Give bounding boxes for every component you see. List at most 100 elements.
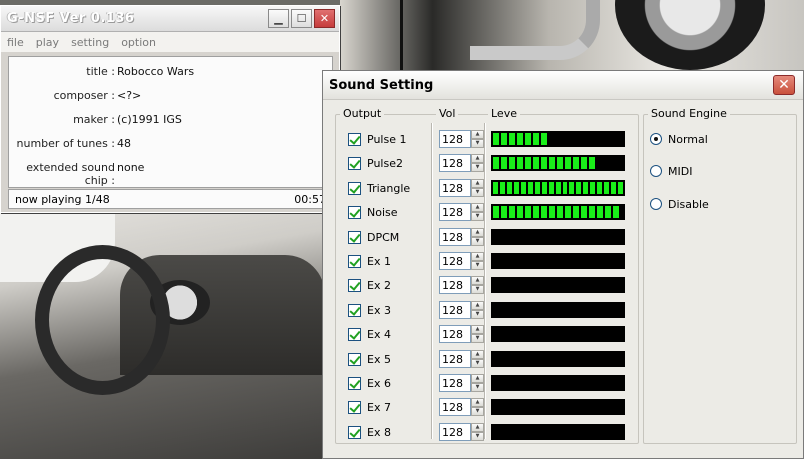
level-segment: [541, 133, 547, 145]
level-segment: [549, 157, 555, 169]
spin-down-button[interactable]: ▼: [471, 383, 484, 392]
spin-up-button[interactable]: ▲: [471, 154, 484, 163]
gnsf-titlebar[interactable]: G-NSF Ver 0.136 ▁ ☐ ✕: [1, 6, 339, 32]
menu-option[interactable]: option: [121, 36, 156, 49]
channel-checkbox-ex7[interactable]: [348, 400, 361, 414]
volume-input-ex5[interactable]: 128: [439, 350, 471, 368]
channel-checkbox-dpcm[interactable]: [348, 230, 361, 244]
channel-row-pulse2: Pulse2: [348, 155, 403, 171]
channel-checkbox-ex5[interactable]: [348, 352, 361, 366]
engine-option-midi[interactable]: MIDI: [650, 164, 692, 178]
channel-checkbox-ex4[interactable]: [348, 327, 361, 341]
channel-checkbox-noise[interactable]: [348, 205, 361, 219]
volume-spinner-triangle: 128 ▲ ▼: [439, 179, 484, 197]
spin-up-button[interactable]: ▲: [471, 276, 484, 285]
spin-down-button[interactable]: ▼: [471, 432, 484, 441]
channel-checkbox-ex6[interactable]: [348, 376, 361, 390]
spin-up-button[interactable]: ▲: [471, 179, 484, 188]
volume-spinner-pulse1: 128 ▲ ▼: [439, 130, 484, 148]
level-segment: [569, 182, 575, 194]
channel-checkbox-ex3[interactable]: [348, 303, 361, 317]
spin-up-button[interactable]: ▲: [471, 301, 484, 310]
volume-input-noise[interactable]: 128: [439, 203, 471, 221]
level-segment: [533, 133, 539, 145]
spin-up-button[interactable]: ▲: [471, 398, 484, 407]
vol-header: Vol: [436, 107, 459, 120]
tunes-value: 48: [117, 137, 131, 150]
sound-setting-close-button[interactable]: ✕: [773, 75, 795, 95]
engine-option-normal[interactable]: Normal: [650, 132, 708, 146]
level-segment: [493, 157, 499, 169]
level-segment: [557, 206, 563, 218]
minimize-button[interactable]: ▁: [268, 9, 289, 28]
volume-spinner-ex1: 128 ▲ ▼: [439, 252, 484, 270]
channel-checkbox-pulse2[interactable]: [348, 156, 361, 170]
now-playing-text: now playing 1/48: [15, 192, 110, 206]
photo-divider: [400, 0, 403, 75]
channel-row-ex7: Ex 7: [348, 399, 391, 415]
engine-label-normal: Normal: [668, 132, 708, 146]
sound-setting-titlebar[interactable]: Sound Setting ✕: [323, 71, 803, 100]
spin-up-button[interactable]: ▲: [471, 423, 484, 432]
volume-input-ex6[interactable]: 128: [439, 374, 471, 392]
menu-file[interactable]: file: [7, 36, 24, 49]
channel-row-triangle: Triangle: [348, 180, 410, 196]
spin-down-button[interactable]: ▼: [471, 407, 484, 416]
volume-input-ex7[interactable]: 128: [439, 398, 471, 416]
volume-input-ex4[interactable]: 128: [439, 325, 471, 343]
level-segment: [509, 206, 515, 218]
volume-input-ex3[interactable]: 128: [439, 301, 471, 319]
volume-input-pulse2[interactable]: 128: [439, 154, 471, 172]
channel-checkbox-ex2[interactable]: [348, 278, 361, 292]
volume-spinner-pulse2: 128 ▲ ▼: [439, 154, 484, 172]
spin-up-button[interactable]: ▲: [471, 350, 484, 359]
spin-down-button[interactable]: ▼: [471, 285, 484, 294]
spin-down-button[interactable]: ▼: [471, 359, 484, 368]
engine-option-disable[interactable]: Disable: [650, 197, 709, 211]
vol-column-divider: [431, 123, 433, 439]
spin-down-button[interactable]: ▼: [471, 188, 484, 197]
spin-up-button[interactable]: ▲: [471, 203, 484, 212]
volume-input-pulse1[interactable]: 128: [439, 130, 471, 148]
volume-input-ex2[interactable]: 128: [439, 276, 471, 294]
minimize-icon: ▁: [274, 12, 283, 25]
level-meter-pulse1: [491, 131, 625, 147]
channel-checkbox-pulse1[interactable]: [348, 132, 361, 146]
volume-input-ex8[interactable]: 128: [439, 423, 471, 441]
level-segment: [573, 206, 579, 218]
volume-input-ex1[interactable]: 128: [439, 252, 471, 270]
level-meter-ex5: [491, 351, 625, 367]
level-meter-pulse2: [491, 155, 625, 171]
spin-down-button[interactable]: ▼: [471, 139, 484, 148]
engine-radio-disable[interactable]: [650, 198, 662, 210]
spin-down-button[interactable]: ▼: [471, 334, 484, 343]
spin-down-button[interactable]: ▼: [471, 310, 484, 319]
spin-up-button[interactable]: ▲: [471, 325, 484, 334]
channel-checkbox-triangle[interactable]: [348, 181, 361, 195]
level-segment: [509, 133, 515, 145]
spin-down-button[interactable]: ▼: [471, 212, 484, 221]
volume-input-triangle[interactable]: 128: [439, 179, 471, 197]
menu-play[interactable]: play: [36, 36, 59, 49]
spin-down-button[interactable]: ▼: [471, 237, 484, 246]
level-segment: [613, 206, 619, 218]
menu-setting[interactable]: setting: [71, 36, 109, 49]
close-button[interactable]: ✕: [314, 9, 335, 28]
spin-down-button[interactable]: ▼: [471, 163, 484, 172]
engine-radio-midi[interactable]: [650, 165, 662, 177]
channel-checkbox-ex8[interactable]: [348, 425, 361, 439]
channel-checkbox-ex1[interactable]: [348, 254, 361, 268]
level-segment: [555, 182, 561, 194]
level-meter-dpcm: [491, 229, 625, 245]
level-segment: [604, 182, 610, 194]
gnsf-window: G-NSF Ver 0.136 ▁ ☐ ✕ file play setting …: [0, 5, 340, 213]
spin-up-button[interactable]: ▲: [471, 228, 484, 237]
maximize-button[interactable]: ☐: [291, 9, 312, 28]
spin-up-button[interactable]: ▲: [471, 252, 484, 261]
spin-down-button[interactable]: ▼: [471, 261, 484, 270]
spin-up-button[interactable]: ▲: [471, 374, 484, 383]
engine-radio-normal[interactable]: [650, 133, 662, 145]
volume-input-dpcm[interactable]: 128: [439, 228, 471, 246]
spin-up-button[interactable]: ▲: [471, 130, 484, 139]
chip-value: none: [117, 161, 145, 174]
